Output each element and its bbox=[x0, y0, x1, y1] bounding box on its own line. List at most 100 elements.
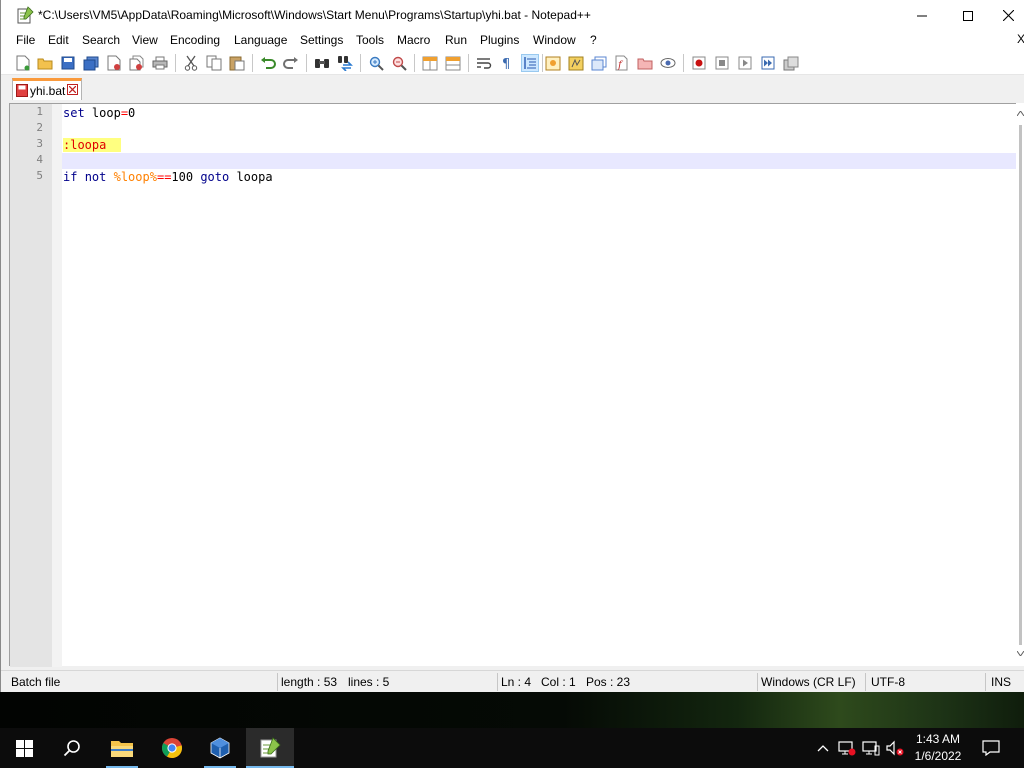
status-lines: lines : 5 bbox=[348, 675, 390, 689]
code-line[interactable]: :loopa bbox=[62, 137, 1016, 153]
indent-guide-icon[interactable] bbox=[521, 54, 539, 72]
code-line[interactable]: set loop=0 bbox=[62, 105, 1016, 121]
editor[interactable]: 1 2 3 4 5 set loop=0 :loopa if not %loop… bbox=[9, 103, 1024, 667]
notepad-plus-plus-icon[interactable] bbox=[16, 6, 34, 24]
start-button[interactable] bbox=[0, 728, 48, 768]
code-area[interactable]: set loop=0 :loopa if not %loop%==100 got… bbox=[62, 104, 1018, 667]
status-length: length : 53 bbox=[281, 675, 338, 689]
code-line[interactable] bbox=[62, 153, 1016, 169]
code-line[interactable] bbox=[62, 121, 1016, 137]
folder-workspace-icon[interactable]: f bbox=[613, 54, 631, 72]
folder-as-workspace-icon[interactable] bbox=[636, 54, 654, 72]
close-button[interactable] bbox=[991, 0, 1024, 31]
zoom-in-icon[interactable] bbox=[367, 54, 385, 72]
menu-search[interactable]: Search bbox=[81, 33, 121, 47]
menu-edit[interactable]: Edit bbox=[47, 33, 70, 47]
code-token: 0 bbox=[128, 106, 136, 120]
taskbar-clock[interactable]: 1:43 AM 1/6/2022 bbox=[906, 728, 970, 768]
scroll-up-icon[interactable] bbox=[1017, 111, 1024, 116]
paste-icon[interactable] bbox=[228, 54, 246, 72]
line-number: 4 bbox=[36, 153, 43, 166]
function-list-icon[interactable] bbox=[590, 54, 608, 72]
find-icon[interactable] bbox=[313, 54, 331, 72]
status-eol[interactable]: Windows (CR LF) bbox=[761, 675, 856, 689]
play-macro-icon[interactable] bbox=[736, 54, 754, 72]
close-icon[interactable] bbox=[105, 54, 123, 72]
show-hidden-icons-button[interactable] bbox=[812, 728, 834, 768]
taskbar-file-explorer[interactable] bbox=[98, 728, 146, 768]
stop-record-icon[interactable] bbox=[713, 54, 731, 72]
status-pos: Pos : 23 bbox=[586, 675, 631, 689]
save-icon[interactable] bbox=[59, 54, 77, 72]
minimize-icon bbox=[917, 15, 927, 16]
code-line[interactable]: if not %loop%==100 goto loopa bbox=[62, 169, 1016, 185]
copy-icon[interactable] bbox=[205, 54, 223, 72]
file-modified-icon bbox=[16, 84, 28, 97]
menu-plugins[interactable]: Plugins bbox=[479, 33, 520, 47]
word-wrap-icon[interactable] bbox=[475, 54, 493, 72]
open-file-icon[interactable] bbox=[36, 54, 54, 72]
tray-display-network[interactable] bbox=[860, 728, 882, 768]
scroll-down-icon[interactable] bbox=[1017, 651, 1024, 656]
menu-settings[interactable]: Settings bbox=[299, 33, 344, 47]
tab-close-icon[interactable] bbox=[67, 84, 78, 95]
vertical-scrollbar[interactable] bbox=[1016, 103, 1024, 666]
show-all-chars-icon[interactable]: ¶ bbox=[498, 54, 516, 72]
document-map-icon[interactable] bbox=[567, 54, 585, 72]
menu-window[interactable]: Window bbox=[532, 33, 577, 47]
zoom-out-icon[interactable] bbox=[390, 54, 408, 72]
taskbar-virtualbox[interactable] bbox=[196, 728, 244, 768]
cut-icon[interactable] bbox=[182, 54, 200, 72]
save-all-icon[interactable] bbox=[82, 54, 100, 72]
code-token: if bbox=[63, 170, 78, 184]
clock-date: 1/6/2022 bbox=[914, 749, 962, 763]
scrollbar-thumb[interactable] bbox=[1019, 125, 1022, 645]
taskbar: 1:43 AM 1/6/2022 bbox=[0, 728, 1024, 768]
redo-icon[interactable] bbox=[282, 54, 300, 72]
run-macro-multiple-icon[interactable] bbox=[759, 54, 777, 72]
menu-macro[interactable]: Macro bbox=[396, 33, 431, 47]
menu-run[interactable]: Run bbox=[444, 33, 468, 47]
close-document-button[interactable]: X bbox=[1017, 32, 1024, 46]
taskbar-notepad-plus-plus[interactable] bbox=[246, 728, 294, 768]
title-bar[interactable]: *C:\Users\VM5\AppData\Roaming\Microsoft\… bbox=[1, 0, 1024, 31]
tray-volume-muted[interactable] bbox=[884, 728, 906, 768]
menu-view[interactable]: View bbox=[131, 33, 159, 47]
window-title: *C:\Users\VM5\AppData\Roaming\Microsoft\… bbox=[38, 8, 591, 22]
search-icon bbox=[63, 740, 80, 757]
fold-margin[interactable] bbox=[52, 104, 62, 667]
status-separator bbox=[865, 673, 866, 691]
minimize-button[interactable] bbox=[899, 0, 945, 31]
search-button[interactable] bbox=[48, 728, 96, 768]
monitoring-icon[interactable] bbox=[659, 54, 677, 72]
tab-yhi-bat[interactable]: yhi.bat bbox=[12, 78, 82, 100]
code-token: = bbox=[120, 106, 129, 120]
status-encoding[interactable]: UTF-8 bbox=[871, 675, 905, 689]
desktop-wallpaper bbox=[0, 692, 1024, 728]
maximize-button[interactable] bbox=[945, 0, 991, 31]
close-all-icon[interactable] bbox=[128, 54, 146, 72]
taskbar-chrome[interactable] bbox=[148, 728, 196, 768]
sync-vertical-icon[interactable] bbox=[421, 54, 439, 72]
menu-file[interactable]: File bbox=[15, 33, 36, 47]
user-language-icon[interactable] bbox=[544, 54, 562, 72]
status-insert-mode[interactable]: INS bbox=[991, 675, 1011, 689]
status-separator bbox=[985, 673, 986, 691]
menu-encoding[interactable]: Encoding bbox=[169, 33, 221, 47]
print-icon[interactable] bbox=[151, 54, 169, 72]
undo-icon[interactable] bbox=[259, 54, 277, 72]
menu-help[interactable]: ? bbox=[589, 33, 598, 47]
notification-icon bbox=[982, 740, 1000, 756]
menu-language[interactable]: Language bbox=[233, 33, 288, 47]
sync-horizontal-icon[interactable] bbox=[444, 54, 462, 72]
virtualbox-icon bbox=[210, 737, 230, 759]
code-token: :loopa bbox=[63, 138, 121, 152]
menu-bar: File Edit Search View Encoding Language … bbox=[1, 31, 1024, 51]
replace-icon[interactable] bbox=[336, 54, 354, 72]
tray-network-disconnected[interactable] bbox=[836, 728, 858, 768]
record-macro-icon[interactable] bbox=[690, 54, 708, 72]
save-macro-icon[interactable] bbox=[782, 54, 800, 72]
action-center-button[interactable] bbox=[976, 728, 1006, 768]
menu-tools[interactable]: Tools bbox=[355, 33, 385, 47]
new-file-icon[interactable] bbox=[14, 54, 32, 72]
